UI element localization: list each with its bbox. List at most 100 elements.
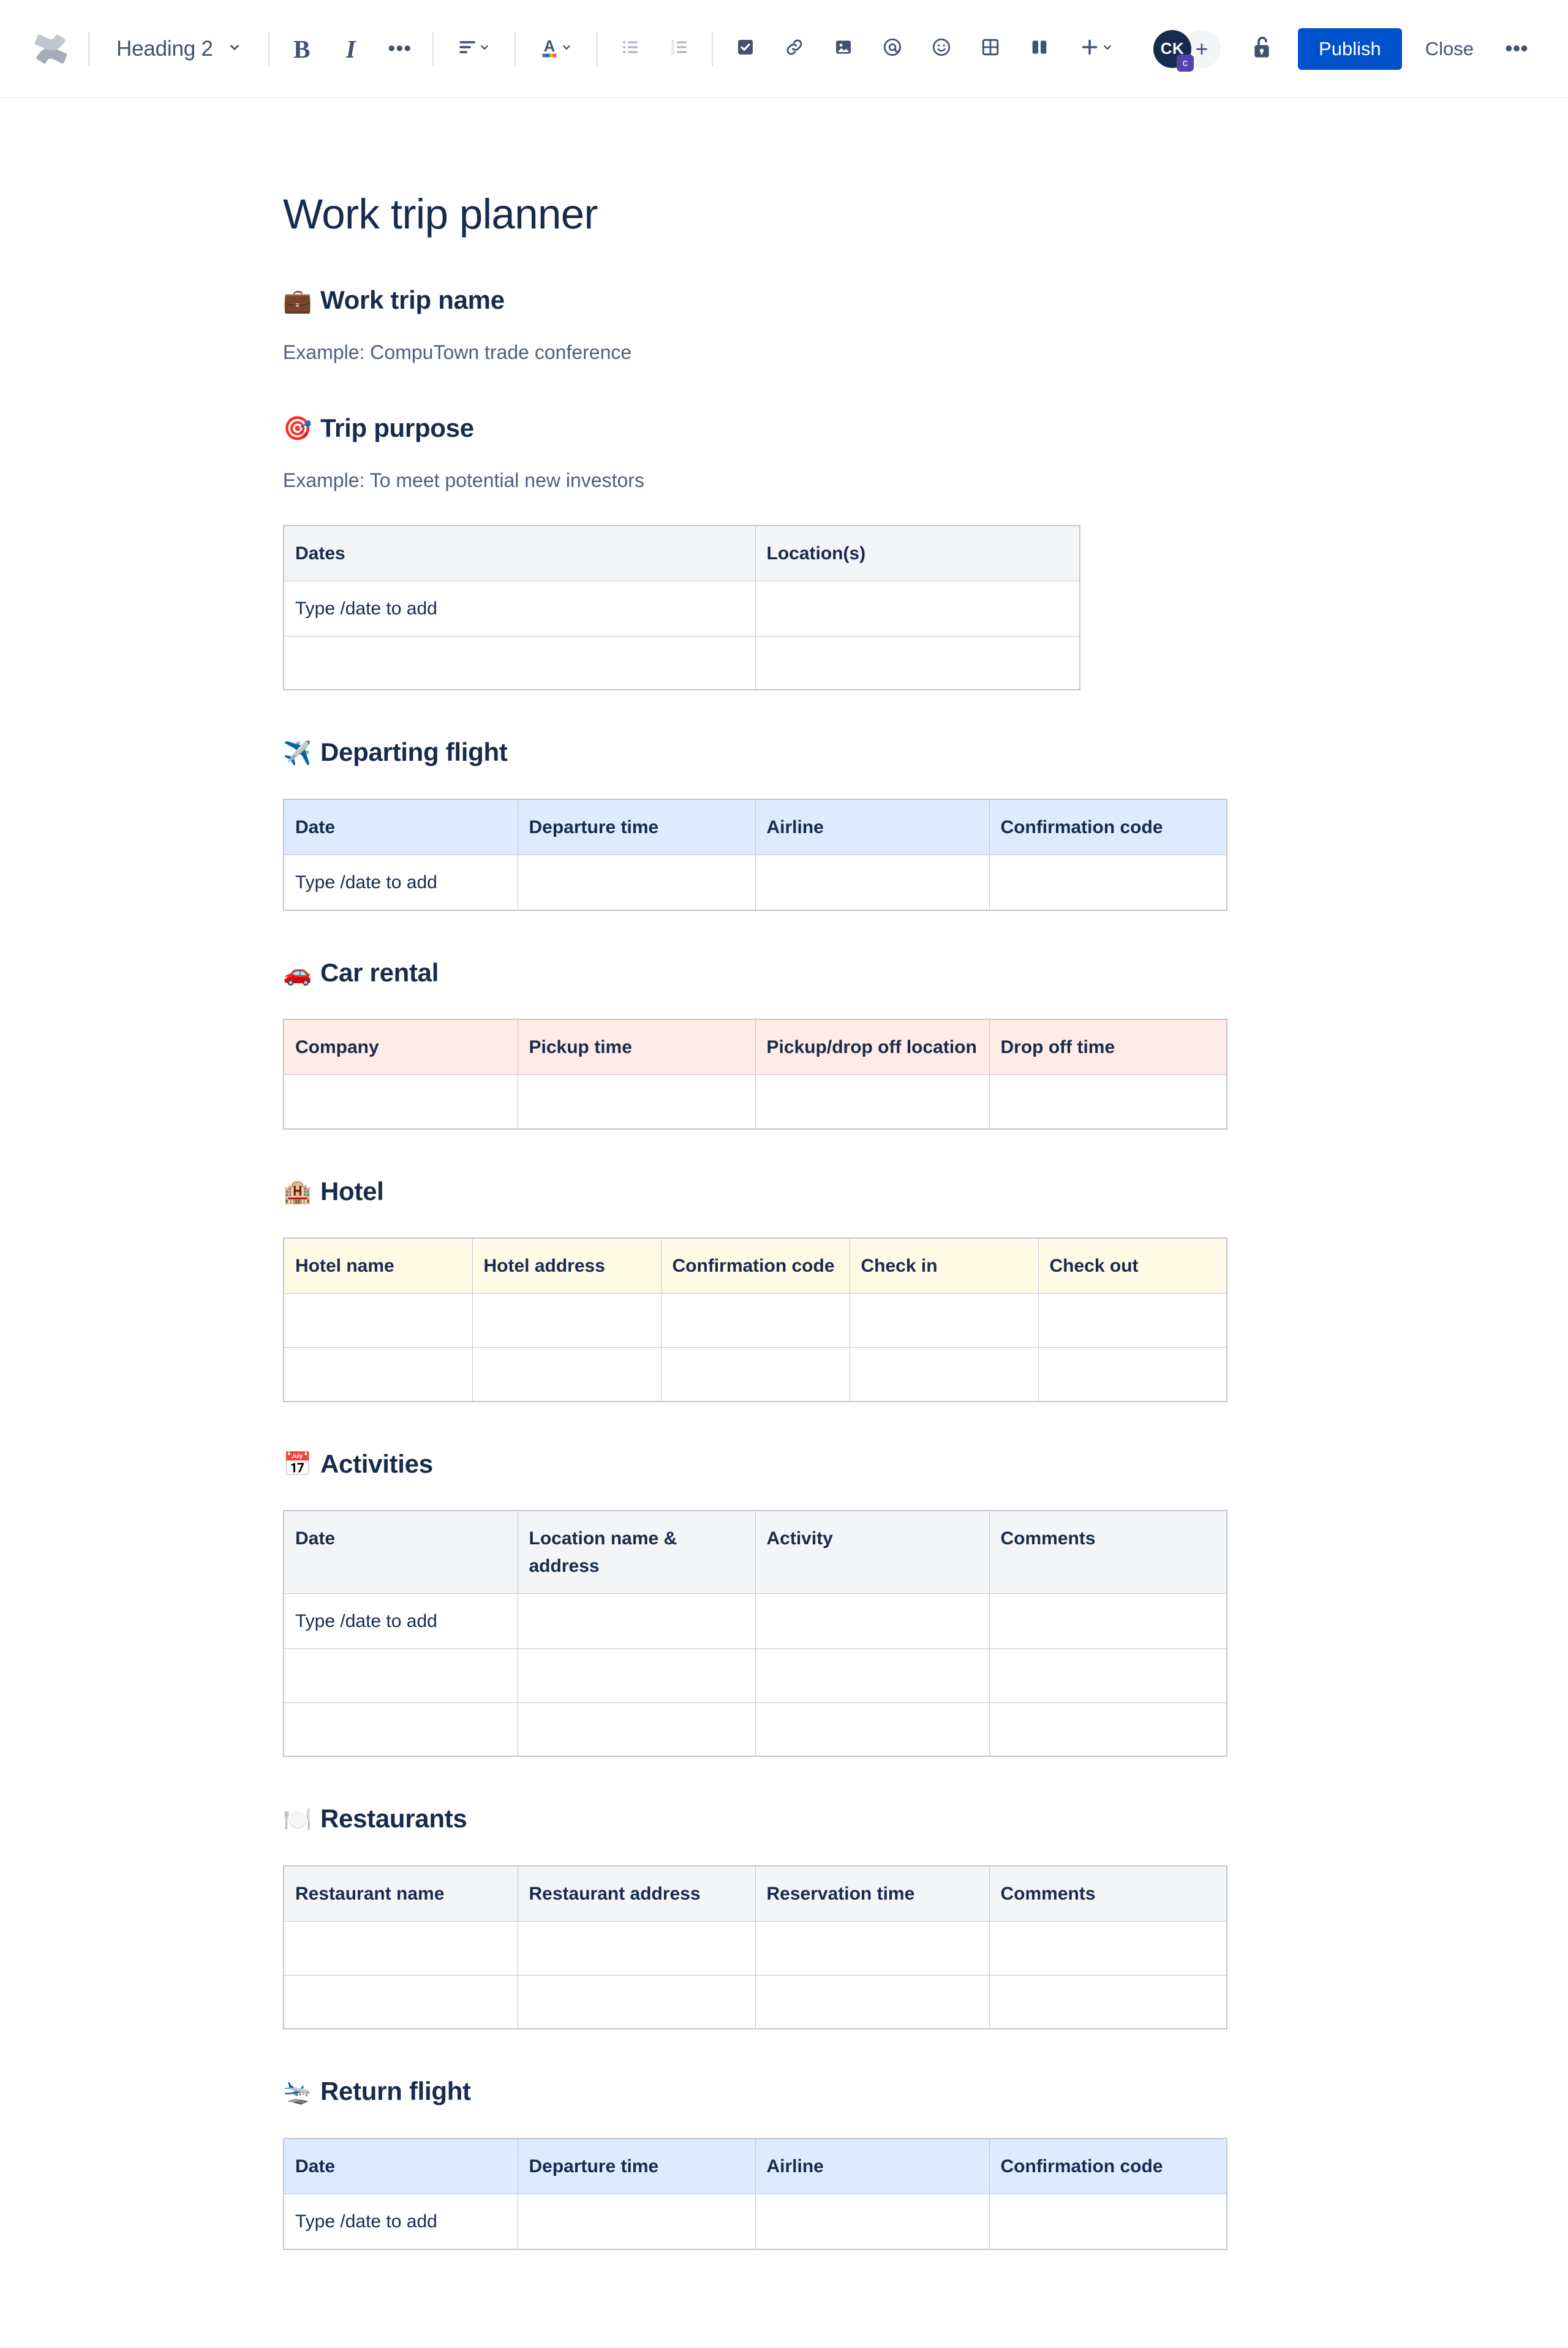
column-header[interactable]: Restaurant name bbox=[283, 1865, 518, 1922]
image-button[interactable] bbox=[822, 28, 865, 70]
section-heading[interactable]: 🎯 Trip purpose bbox=[283, 413, 1226, 444]
table-cell[interactable] bbox=[989, 2193, 1227, 2250]
table-cell[interactable] bbox=[989, 1593, 1227, 1649]
insert-more-button[interactable] bbox=[1067, 28, 1126, 70]
table-cell[interactable] bbox=[660, 1293, 850, 1348]
table-cell[interactable] bbox=[472, 1293, 662, 1348]
hotel-table[interactable]: Hotel name Hotel address Confirmation code… bbox=[283, 1237, 1227, 1402]
table-cell[interactable] bbox=[849, 1347, 1039, 1402]
table-cell[interactable] bbox=[517, 2193, 756, 2250]
table-cell[interactable] bbox=[989, 1702, 1227, 1757]
table-cell[interactable] bbox=[989, 1920, 1227, 1976]
column-header[interactable]: Drop off time bbox=[989, 1019, 1227, 1076]
column-header[interactable]: Restaurant address bbox=[517, 1865, 756, 1922]
restrictions-button[interactable] bbox=[1237, 28, 1287, 70]
table-cell[interactable] bbox=[755, 580, 1080, 636]
table-cell[interactable] bbox=[989, 1974, 1227, 2029]
more-options-button[interactable]: ••• bbox=[1494, 28, 1539, 70]
close-button[interactable]: Close bbox=[1409, 28, 1490, 70]
table-cell[interactable] bbox=[517, 1920, 756, 1976]
mention-button[interactable] bbox=[871, 28, 914, 70]
section-heading[interactable]: 🛬 Return flight bbox=[283, 2076, 1226, 2107]
column-header[interactable]: Check out bbox=[1038, 1237, 1227, 1294]
column-header[interactable]: Confirmation code bbox=[989, 799, 1227, 855]
table-cell[interactable] bbox=[283, 1974, 518, 2029]
column-header[interactable]: Airline bbox=[755, 2138, 990, 2194]
column-header[interactable]: Hotel address bbox=[472, 1237, 662, 1294]
layout-button[interactable] bbox=[1018, 28, 1061, 70]
column-header[interactable]: Pickup/drop off location bbox=[755, 1019, 990, 1076]
task-button[interactable] bbox=[724, 28, 767, 70]
table-cell[interactable] bbox=[755, 854, 990, 911]
column-header[interactable]: Activity bbox=[755, 1510, 990, 1594]
activities-table[interactable]: Date Location name & address Activity Comme… bbox=[283, 1509, 1227, 1757]
more-formatting-button[interactable]: ••• bbox=[379, 28, 421, 70]
text-color-button[interactable]: A bbox=[527, 28, 586, 70]
page-title[interactable]: Work trip planner bbox=[283, 190, 1226, 238]
table-cell[interactable] bbox=[989, 1074, 1227, 1130]
section-heading[interactable]: 🏨 Hotel bbox=[283, 1176, 1226, 1207]
table-cell[interactable]: Type /date to add bbox=[283, 1593, 518, 1649]
example-text[interactable]: Example: CompuTown trade conference bbox=[283, 338, 1226, 366]
restaurants-table[interactable]: Restaurant name Restaurant address Reserva… bbox=[283, 1865, 1227, 2030]
numbered-list-button[interactable]: 1 2 3 bbox=[658, 28, 701, 70]
italic-button[interactable]: I bbox=[330, 28, 372, 70]
table-cell[interactable] bbox=[283, 1702, 518, 1757]
table-cell[interactable] bbox=[283, 1293, 473, 1348]
column-header[interactable]: Pickup time bbox=[517, 1019, 756, 1076]
car-rental-table[interactable]: Company Pickup time Pickup/drop off locati… bbox=[283, 1019, 1227, 1130]
table-cell[interactable] bbox=[755, 2193, 990, 2250]
column-header[interactable]: Confirmation code bbox=[660, 1237, 850, 1294]
table-cell[interactable] bbox=[849, 1293, 1039, 1348]
table-cell[interactable]: Type /date to add bbox=[283, 580, 756, 636]
table-cell[interactable] bbox=[517, 1074, 756, 1130]
heading-style-select[interactable]: Heading 2 bbox=[100, 27, 257, 71]
column-header[interactable]: Comments bbox=[989, 1510, 1227, 1594]
table-cell[interactable] bbox=[989, 1648, 1227, 1703]
column-header[interactable]: Comments bbox=[989, 1865, 1227, 1922]
column-header[interactable]: Date bbox=[283, 1510, 518, 1594]
publish-button[interactable]: Publish bbox=[1298, 28, 1402, 70]
column-header[interactable]: Reservation time bbox=[755, 1865, 990, 1922]
table-cell[interactable] bbox=[283, 635, 756, 690]
table-cell[interactable]: Type /date to add bbox=[283, 2193, 518, 2250]
bullet-list-button[interactable] bbox=[609, 28, 652, 70]
table-cell[interactable] bbox=[472, 1347, 662, 1402]
table-cell[interactable] bbox=[1038, 1347, 1227, 1402]
column-header[interactable]: Airline bbox=[755, 799, 990, 855]
bold-button[interactable]: B bbox=[281, 28, 323, 70]
table-cell[interactable] bbox=[517, 1702, 756, 1757]
table-cell[interactable] bbox=[517, 1974, 756, 2029]
column-header[interactable]: Location name & address bbox=[517, 1510, 756, 1594]
column-header[interactable]: Departure time bbox=[517, 799, 756, 855]
example-text[interactable]: Example: To meet potential new investors bbox=[283, 466, 1226, 494]
column-header[interactable]: Date bbox=[283, 799, 518, 855]
return-flight-table[interactable]: Date Departure time Airline Confirmation co… bbox=[283, 2137, 1227, 2250]
link-button[interactable] bbox=[773, 28, 816, 70]
section-heading[interactable]: 🚗 Car rental bbox=[283, 957, 1226, 988]
column-header[interactable]: Date bbox=[283, 2138, 518, 2194]
table-cell[interactable] bbox=[517, 1593, 756, 1649]
column-header[interactable]: Hotel name bbox=[283, 1237, 473, 1294]
column-header[interactable]: Confirmation code bbox=[989, 2138, 1227, 2194]
table-cell[interactable] bbox=[517, 854, 756, 911]
text-align-button[interactable] bbox=[445, 28, 503, 70]
table-cell[interactable] bbox=[283, 1920, 518, 1976]
table-cell[interactable] bbox=[989, 854, 1227, 911]
trip-purpose-table[interactable]: Dates Location(s) Type /date to add bbox=[283, 524, 1080, 691]
column-header[interactable]: Check in bbox=[849, 1237, 1039, 1294]
column-header[interactable]: Dates bbox=[283, 525, 756, 581]
table-cell[interactable] bbox=[755, 635, 1080, 690]
section-heading[interactable]: 💼 Work trip name bbox=[283, 285, 1226, 315]
table-cell[interactable] bbox=[1038, 1293, 1227, 1348]
table-cell[interactable] bbox=[283, 1648, 518, 1703]
table-button[interactable] bbox=[969, 28, 1012, 70]
table-cell[interactable] bbox=[517, 1648, 756, 1703]
table-cell[interactable] bbox=[755, 1593, 990, 1649]
column-header[interactable]: Location(s) bbox=[755, 525, 1080, 581]
departing-flight-table[interactable]: Date Departure time Airline Confirmation co… bbox=[283, 798, 1227, 911]
table-cell[interactable] bbox=[660, 1347, 850, 1402]
section-heading[interactable]: ✈️ Departing flight bbox=[283, 737, 1226, 768]
column-header[interactable]: Company bbox=[283, 1019, 518, 1076]
table-cell[interactable] bbox=[755, 1702, 990, 1757]
